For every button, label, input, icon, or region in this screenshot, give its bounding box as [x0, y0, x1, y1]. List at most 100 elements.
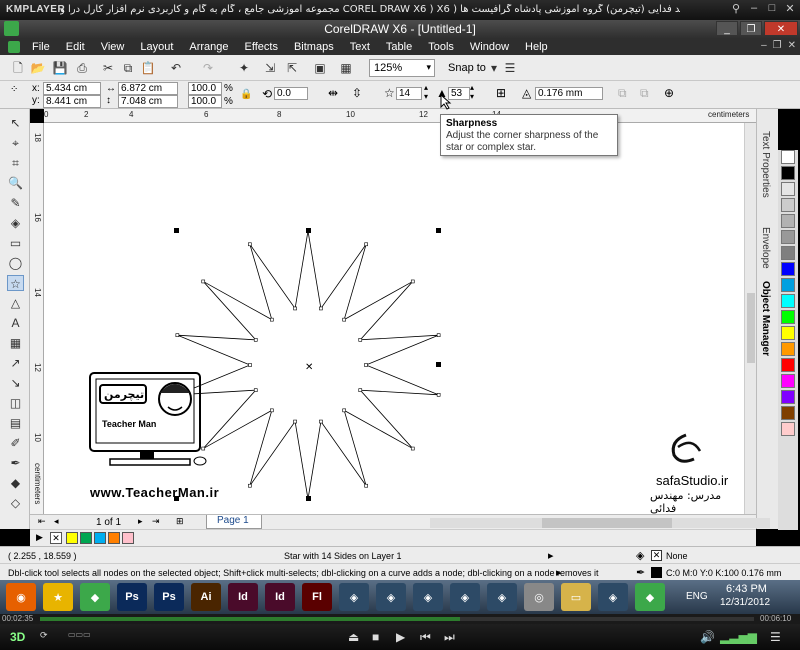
next-page-icon[interactable]: ▸ [138, 516, 143, 527]
menu-file[interactable]: File [24, 41, 58, 53]
scale-x-field[interactable]: 100.0 [188, 82, 222, 95]
menu-arrange[interactable]: Arrange [181, 41, 236, 53]
taskbar-app-id-icon[interactable]: Id [265, 583, 295, 611]
palette-swatch[interactable] [781, 374, 795, 388]
window-minimize-button[interactable]: _ [716, 21, 738, 36]
zoom-level-select[interactable]: 125% [369, 59, 435, 77]
pick-tool-icon[interactable]: ↖ [7, 115, 24, 131]
previous-page-icon[interactable]: ◂ [54, 516, 59, 527]
object-origin-icon[interactable]: ⁘ [10, 84, 18, 95]
window-maximize-button[interactable]: ❐ [740, 21, 762, 36]
status-arrow-icon[interactable]: ▸ [548, 549, 554, 562]
to-front-icon[interactable]: ⧉ [618, 86, 627, 101]
menu-layout[interactable]: Layout [132, 41, 181, 53]
text-tool-icon[interactable]: A [7, 315, 24, 331]
wrap-text-icon[interactable]: ⊞ [496, 86, 506, 100]
eject-icon[interactable]: ⏏ [348, 630, 359, 644]
palette-swatch[interactable] [781, 278, 795, 292]
menu-table[interactable]: Table [378, 41, 420, 53]
stop-icon[interactable]: ■ [372, 630, 379, 644]
undo-icon[interactable]: ↶ [168, 60, 184, 76]
repeat-icon[interactable]: ⟳ [40, 630, 48, 641]
dimension-tool-icon[interactable]: ↗ [7, 355, 24, 371]
palette-swatch[interactable] [781, 342, 795, 356]
menu-text[interactable]: Text [342, 41, 378, 53]
drawing-canvas[interactable]: ✕ تیچرمن Teacher Man www.TeacherMan.ir s… [44, 123, 744, 514]
doc-restore-icon[interactable]: ❐ [773, 40, 782, 51]
outline-width-select[interactable]: 0.176 mm [535, 87, 603, 100]
vertical-scrollbar[interactable] [744, 123, 756, 514]
play-icon[interactable]: ▶ [396, 630, 405, 644]
menu-edit[interactable]: Edit [58, 41, 93, 53]
y-position-field[interactable]: 8.441 cm [43, 95, 101, 108]
palette-swatch[interactable] [781, 310, 795, 324]
height-field[interactable]: 7.048 cm [118, 95, 178, 108]
no-color-swatch[interactable]: ✕ [50, 532, 62, 544]
document-palette-swatch[interactable] [94, 532, 106, 544]
new-icon[interactable]: 🗋 [10, 60, 26, 76]
palette-swatch[interactable] [781, 358, 795, 372]
taskbar-app-app-icon[interactable]: ◈ [450, 583, 480, 611]
clock-date[interactable]: 12/31/2012 [720, 597, 770, 608]
width-field[interactable]: 6.872 cm [118, 82, 178, 95]
palette-swatch[interactable] [781, 230, 795, 244]
eyedropper-tool-icon[interactable]: ✐ [7, 435, 24, 451]
points-spinner-icon[interactable]: ▴ ▾ [424, 83, 428, 101]
menu-bitmaps[interactable]: Bitmaps [286, 41, 342, 53]
doc-close-icon[interactable]: ✕ [788, 40, 796, 51]
shape-tool-icon[interactable]: ⌖ [7, 135, 24, 151]
pin-icon[interactable]: ⚲ [730, 2, 742, 15]
connector-tool-icon[interactable]: ↘ [7, 375, 24, 391]
menu-tools[interactable]: Tools [420, 41, 462, 53]
taskbar-app-corel-icon[interactable]: ◆ [635, 583, 665, 611]
menu-view[interactable]: View [93, 41, 133, 53]
palette-swatch[interactable] [781, 246, 795, 260]
page-tab[interactable]: Page 1 [206, 515, 262, 529]
ellipse-tool-icon[interactable]: ◯ [7, 255, 24, 271]
redo-icon[interactable]: ↷ [200, 60, 216, 76]
taskbar-app-app-icon[interactable]: ◈ [413, 583, 443, 611]
minimize-icon[interactable]: – [748, 2, 760, 15]
star-points-field[interactable]: 14 [396, 87, 422, 100]
snap-dropdown-icon[interactable]: ▾ [486, 60, 502, 76]
palette-swatch[interactable] [781, 166, 795, 180]
copy-icon[interactable]: ⧉ [120, 60, 136, 76]
hint-arrow-icon[interactable]: ▸ [556, 566, 562, 579]
transparency-tool-icon[interactable]: ▤ [7, 415, 24, 431]
application-launcher-icon[interactable]: ▣ [312, 60, 328, 76]
palette-swatch[interactable] [781, 422, 795, 436]
taskbar-app-id-icon[interactable]: Id [228, 583, 258, 611]
export-icon[interactable]: ⇱ [284, 60, 300, 76]
docker-tab-text-properties[interactable]: Text Properties [760, 131, 771, 198]
document-palette-swatch[interactable] [66, 532, 78, 544]
rotation-field[interactable]: 0.0 [274, 87, 308, 100]
import-icon[interactable]: ⇲ [262, 60, 278, 76]
palette-swatch[interactable] [781, 390, 795, 404]
freehand-tool-icon[interactable]: ✎ [7, 195, 24, 211]
fill-none-icon[interactable]: ✕ [651, 550, 662, 561]
window-close-button[interactable]: ✕ [764, 21, 798, 36]
crop-tool-icon[interactable]: ⌗ [7, 155, 24, 171]
next-icon[interactable]: ⏭ [444, 630, 455, 645]
sharpness-spinner-icon[interactable]: ▴ ▾ [470, 83, 474, 101]
horizontal-scroll-thumb[interactable] [542, 518, 672, 528]
document-palette-swatch[interactable] [108, 532, 120, 544]
language-indicator[interactable]: ENG [686, 591, 708, 602]
document-palette-swatch[interactable] [122, 532, 134, 544]
taskbar-app-app-icon[interactable]: ◈ [487, 583, 517, 611]
outline-color-swatch[interactable] [651, 567, 662, 578]
outline-tool-icon[interactable]: ✒ [7, 455, 24, 471]
horizontal-scrollbar[interactable] [430, 518, 770, 528]
vertical-scroll-thumb[interactable] [747, 293, 755, 363]
menu-effects[interactable]: Effects [237, 41, 286, 53]
menu-window[interactable]: Window [462, 41, 517, 53]
3d-mode-button[interactable]: 3D [10, 630, 25, 644]
taskbar-app-dvd-icon[interactable]: ◎ [524, 583, 554, 611]
palette-swatch[interactable] [781, 182, 795, 196]
print-icon[interactable]: ⎙ [74, 60, 90, 76]
options-icon[interactable]: ☰ [502, 60, 518, 76]
rectangle-tool-icon[interactable]: ▭ [7, 235, 24, 251]
first-page-icon[interactable]: ⇤ [38, 516, 46, 527]
smart-fill-tool-icon[interactable]: ◈ [7, 215, 24, 231]
lock-ratio-icon[interactable]: 🔒 [240, 89, 252, 100]
